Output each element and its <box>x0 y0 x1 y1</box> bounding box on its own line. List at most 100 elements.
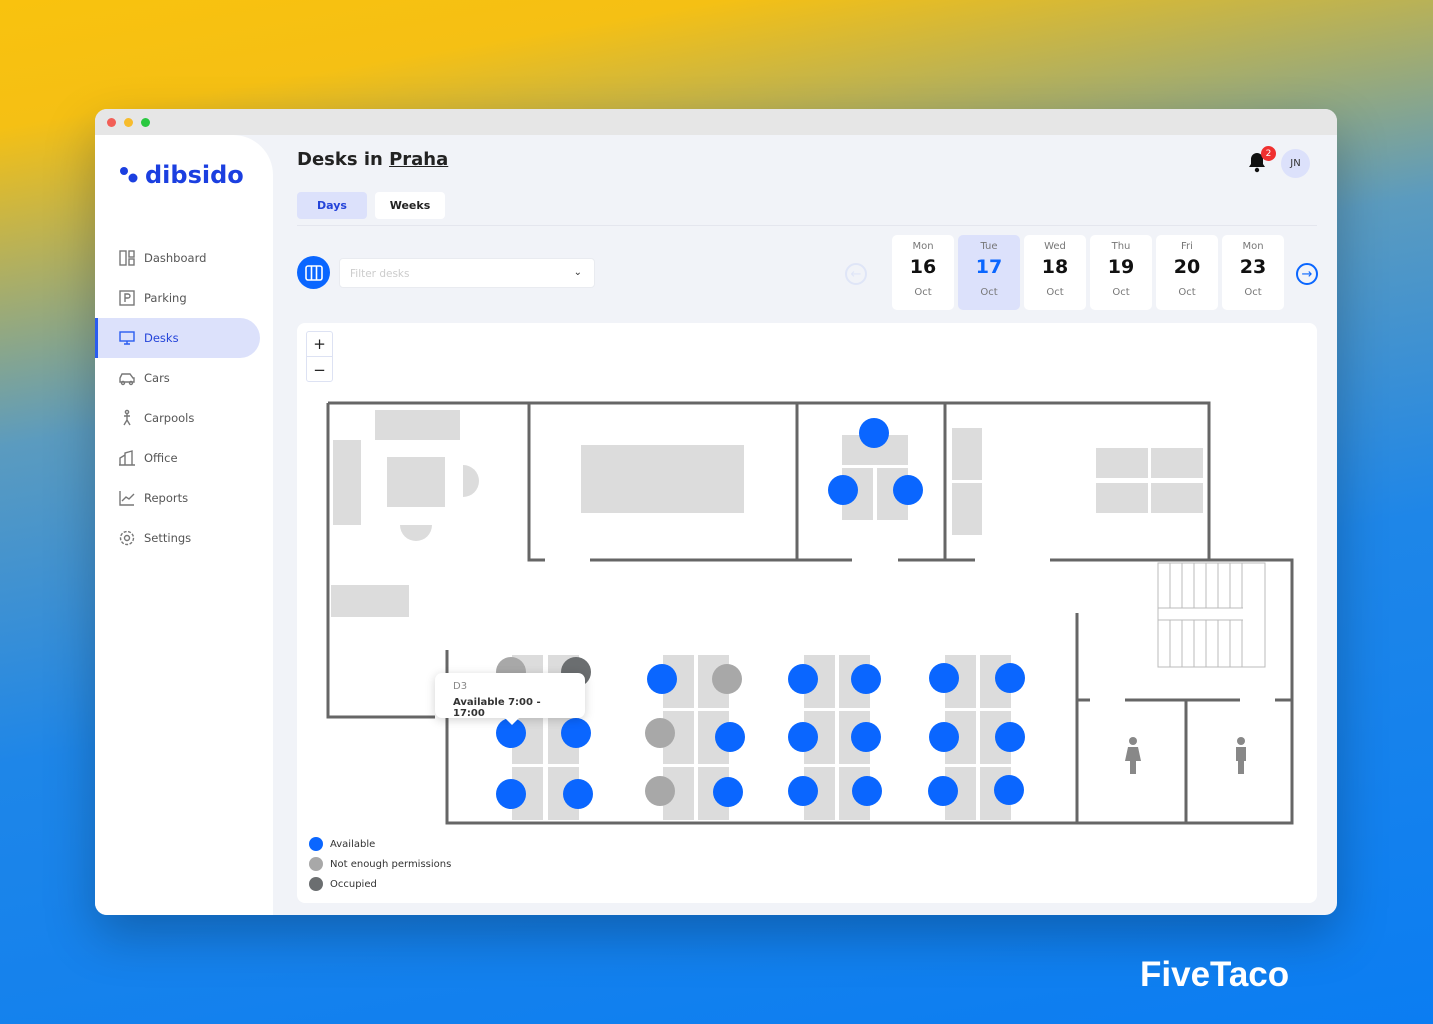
desk-marker-available[interactable] <box>647 664 677 694</box>
sidebar-item-label: Reports <box>144 491 189 505</box>
office-icon <box>119 450 135 466</box>
sidebar-item-carpools[interactable]: Carpools <box>95 398 273 438</box>
sidebar-item-label: Office <box>144 451 178 465</box>
dashboard-icon <box>119 250 135 266</box>
desk-marker-available[interactable] <box>929 663 959 693</box>
sidebar-item-label: Carpools <box>144 411 195 425</box>
sidebar-item-desks[interactable]: Desks <box>95 318 260 358</box>
desk-marker-available[interactable] <box>852 776 882 806</box>
sidebar-item-label: Desks <box>144 331 179 345</box>
day-name: Mon <box>1242 241 1264 252</box>
sidebar-item-settings[interactable]: Settings <box>95 518 273 558</box>
title-bar <box>95 109 1337 135</box>
chevron-down-icon: ⌄ <box>573 267 582 278</box>
desk-marker-available[interactable] <box>828 475 858 505</box>
reports-icon <box>119 491 135 506</box>
desk-marker-available[interactable] <box>994 775 1024 805</box>
desk-marker-available[interactable] <box>563 779 593 809</box>
desk-marker-available[interactable] <box>995 722 1025 752</box>
map-view-button[interactable] <box>297 256 330 289</box>
day-month: Oct <box>1244 287 1262 298</box>
desk-marker-available[interactable] <box>928 776 958 806</box>
desk-monitor-icon <box>119 331 135 345</box>
car-icon <box>119 373 135 386</box>
day-mon-16[interactable]: Mon 16 Oct <box>892 235 954 310</box>
legend: Available Not enough permissions Occupied <box>309 834 451 894</box>
filter-desks-select[interactable]: Filter desks ⌄ <box>339 258 595 288</box>
day-thu-19[interactable]: Thu 19 Oct <box>1090 235 1152 310</box>
maximize-window-button[interactable] <box>141 118 150 127</box>
location-link[interactable]: Praha <box>389 149 448 170</box>
carpool-icon <box>123 409 131 426</box>
day-name: Tue <box>980 241 998 252</box>
desk-marker-available[interactable] <box>995 663 1025 693</box>
sidebar-item-parking[interactable]: Parking <box>95 278 273 318</box>
logo-text: dibsido <box>145 161 244 189</box>
desk-marker-available[interactable] <box>851 722 881 752</box>
close-window-button[interactable] <box>107 118 116 127</box>
desk-tooltip: D3 Available 7:00 - 17:00 <box>435 673 585 725</box>
day-name: Fri <box>1181 241 1193 252</box>
day-name: Wed <box>1044 241 1066 252</box>
legend-item-occupied: Occupied <box>309 874 451 894</box>
day-date: 16 <box>909 256 937 278</box>
desk-marker-available[interactable] <box>893 475 923 505</box>
columns-icon <box>304 264 323 281</box>
desk-marker-available[interactable] <box>788 776 818 806</box>
desk-marker-available[interactable] <box>929 722 959 752</box>
day-month: Oct <box>1046 287 1064 298</box>
minimize-window-button[interactable] <box>124 118 133 127</box>
legend-swatch <box>309 837 323 851</box>
settings-icon <box>119 530 135 546</box>
next-days-button[interactable]: → <box>1296 263 1318 285</box>
legend-swatch <box>309 877 323 891</box>
legend-label: Available <box>330 838 376 850</box>
logo[interactable]: dibsido <box>119 161 244 189</box>
day-month: Oct <box>980 287 998 298</box>
sidebar: dibsido Dashboard Parking Desks Cars Carpool… <box>95 135 273 915</box>
day-month: Oct <box>914 287 932 298</box>
day-tue-17[interactable]: Tue 17 Oct <box>958 235 1020 310</box>
zoom-in-button[interactable]: + <box>307 332 332 357</box>
desk-marker-no_permission[interactable] <box>712 664 742 694</box>
desk-marker-available[interactable] <box>713 777 743 807</box>
day-date: 20 <box>1173 256 1201 278</box>
sidebar-item-label: Cars <box>144 371 170 385</box>
desk-marker-available[interactable] <box>496 779 526 809</box>
day-month: Oct <box>1178 287 1196 298</box>
day-name: Thu <box>1111 241 1131 252</box>
desk-marker-no_permission[interactable] <box>645 776 675 806</box>
day-date: 19 <box>1107 256 1135 278</box>
legend-label: Not enough permissions <box>330 858 452 870</box>
zoom-out-button[interactable]: − <box>307 357 332 382</box>
desk-marker-no_permission[interactable] <box>645 718 675 748</box>
desk-marker-available[interactable] <box>561 718 591 748</box>
parking-icon <box>119 290 135 306</box>
day-wed-18[interactable]: Wed 18 Oct <box>1024 235 1086 310</box>
watermark: FiveTaco <box>1140 955 1290 994</box>
day-month: Oct <box>1112 287 1130 298</box>
sidebar-item-label: Settings <box>144 531 192 545</box>
sidebar-item-cars[interactable]: Cars <box>95 358 273 398</box>
legend-label: Occupied <box>330 878 377 890</box>
tab-weeks[interactable]: Weeks <box>375 192 445 219</box>
day-date: 18 <box>1041 256 1069 278</box>
tooltip-availability: Available 7:00 - 17:00 <box>453 697 541 719</box>
desk-marker-available[interactable] <box>788 664 818 694</box>
avatar[interactable]: JN <box>1281 149 1310 178</box>
sidebar-item-label: Parking <box>144 291 187 305</box>
sidebar-item-dashboard[interactable]: Dashboard <box>95 238 273 278</box>
desk-marker-available[interactable] <box>851 664 881 694</box>
day-mon-23[interactable]: Mon 23 Oct <box>1222 235 1284 310</box>
day-fri-20[interactable]: Fri 20 Oct <box>1156 235 1218 310</box>
desk-marker-available[interactable] <box>788 722 818 752</box>
tab-days[interactable]: Days <box>297 192 367 219</box>
sidebar-item-office[interactable]: Office <box>95 438 273 478</box>
desk-marker-available[interactable] <box>859 418 889 448</box>
prev-days-button[interactable]: ← <box>845 263 867 285</box>
legend-swatch <box>309 857 323 871</box>
sidebar-item-reports[interactable]: Reports <box>95 478 273 518</box>
legend-item-no_permission: Not enough permissions <box>309 854 451 874</box>
desk-marker-available[interactable] <box>715 722 745 752</box>
zoom-control: + − <box>306 331 333 382</box>
